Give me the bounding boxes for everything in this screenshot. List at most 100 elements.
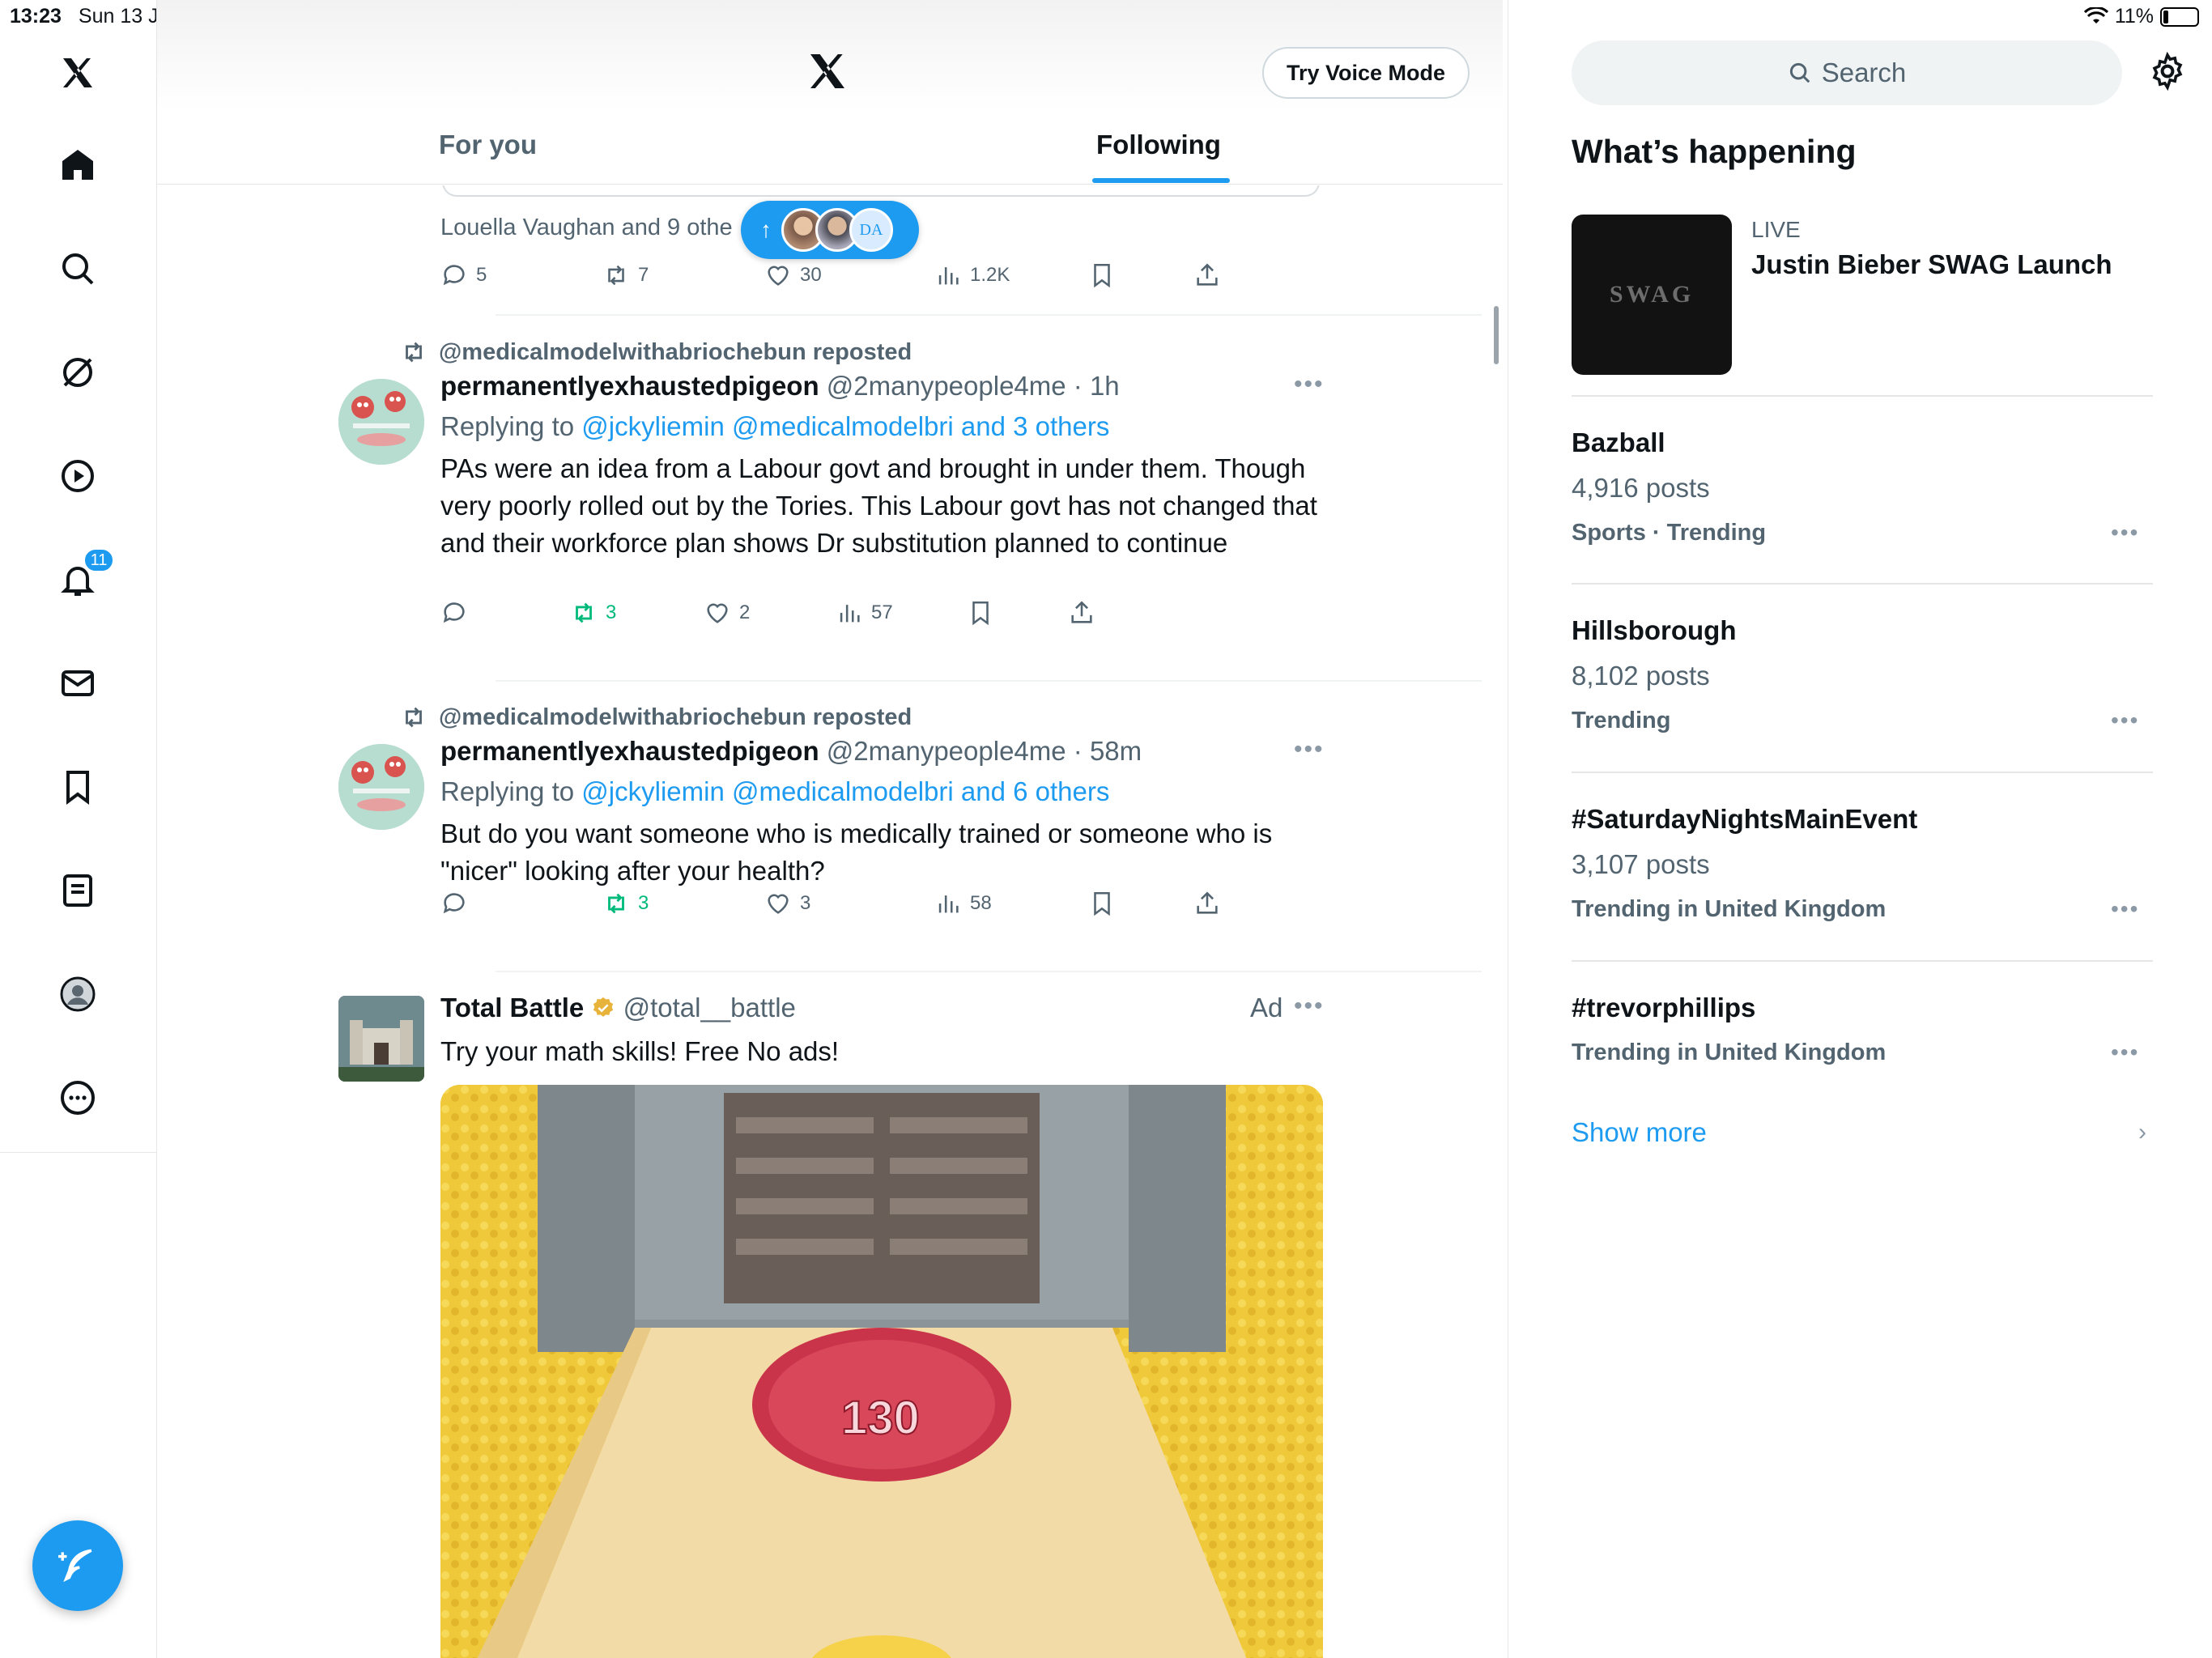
reply-count: 5 [476,264,487,286]
share-button[interactable] [1068,599,1095,627]
more-options-icon[interactable]: ••• [2111,520,2139,546]
share-icon [1197,891,1218,914]
show-more-link[interactable]: Show more [1572,1117,1707,1148]
like-button[interactable]: 2 [704,599,750,627]
views-icon [840,605,860,623]
reply-button[interactable] [440,890,476,917]
messages-icon[interactable] [39,644,117,722]
like-button[interactable]: 30 [764,261,822,289]
verified-gold-icon [593,997,614,1017]
live-title[interactable]: Justin Bieber SWAG Launch [1751,249,2112,280]
views-count: 1.2K [970,264,1010,286]
new-posts-pill[interactable]: ↑ DA [741,201,919,259]
more-options-icon[interactable]: ••• [2111,1039,2139,1065]
avatar[interactable] [338,379,424,465]
reposted-by-text: @medicalmodelwithabriochebun reposted [439,704,912,730]
compose-feather-icon [58,1549,92,1583]
reply-button[interactable] [440,599,476,627]
more-icon[interactable] [39,1059,117,1137]
display-name[interactable]: Total Battle [440,993,584,1022]
left-navigation: 11 [0,0,157,1153]
post-header: Total Battle @total__battle [440,993,796,1023]
heart-icon [768,894,789,914]
gear-icon[interactable] [2148,52,2187,91]
more-options-icon[interactable]: ••• [1294,371,1325,398]
search-icon[interactable] [39,230,117,308]
arrow-up-icon: ↑ [760,217,772,242]
post-text: Try your math skills! Free No ads! [440,1036,840,1066]
trend-context: Sports · Trending [1572,520,1767,546]
share-button[interactable] [1193,261,1221,289]
live-thumbnail[interactable]: SWAG [1572,215,1732,375]
bookmark-button[interactable] [1088,261,1116,289]
like-button[interactable]: 3 [764,890,810,917]
grok-icon[interactable] [39,334,117,411]
avatar[interactable] [338,996,424,1082]
ad-video[interactable]: 130 [440,1085,1323,1658]
views-button[interactable]: 57 [836,599,893,627]
replying-links[interactable]: @jckyliemin @medicalmodelbri and 6 other… [581,776,1109,806]
tab-following[interactable]: Following [1096,130,1221,160]
trend-item[interactable]: #trevorphillips Trending in United Kingd… [1572,993,2155,1073]
x-logo-icon[interactable] [805,49,850,94]
handle-time[interactable]: @2manypeople4me · 58m [827,736,1142,766]
repost-button[interactable]: 3 [602,890,649,917]
handle[interactable]: @total__battle [623,993,796,1022]
castle-gate-game-illustration [440,1085,1323,1658]
trend-item[interactable]: Bazball 4,916 posts Sports · Trending ••… [1572,427,2155,557]
x-logo-icon[interactable] [39,34,117,112]
reply-button[interactable]: 5 [440,261,487,289]
home-icon[interactable] [39,126,117,204]
post-header: permanentlyexhaustedpigeon @2manypeople4… [440,371,1120,402]
feed-scrollbar[interactable] [1494,306,1499,364]
reply-icon [443,602,465,623]
more-options-icon[interactable]: ••• [2111,708,2139,733]
lists-icon[interactable] [39,852,117,929]
replying-links[interactable]: @jckyliemin @medicalmodelbri and 3 other… [581,411,1109,441]
whats-happening-title: What’s happening [1572,133,1857,170]
share-icon [1197,263,1218,286]
handle-time[interactable]: @2manypeople4me · 1h [827,371,1120,401]
try-voice-mode-button[interactable]: Try Voice Mode [1262,47,1470,99]
notifications-icon[interactable]: 11 [39,541,117,619]
repost-icon [576,602,592,623]
views-button[interactable]: 1.2K [934,261,1010,289]
display-name[interactable]: permanentlyexhaustedpigeon [440,371,819,401]
post-header: permanentlyexhaustedpigeon @2manypeople4… [440,736,1142,767]
timeline-feed[interactable]: We'll also be showcasing these outstandi… [157,185,1503,1658]
search-input[interactable]: Search [1572,40,2122,105]
link-card-remnant[interactable]: We'll also be showcasing these outstandi… [442,185,1320,197]
profile-icon[interactable] [39,955,117,1033]
divider [1572,583,2153,585]
more-options-icon[interactable]: ••• [1294,736,1325,763]
post-text: PAs were an idea from a Labour govt and … [440,453,1317,558]
trend-name: #trevorphillips [1572,993,1756,1022]
compose-button[interactable] [32,1520,123,1611]
bookmark-button[interactable] [967,599,994,627]
video-icon[interactable] [39,437,117,515]
reply-icon [443,893,465,914]
bookmark-button[interactable] [1088,890,1116,917]
repost-count: 3 [638,892,649,914]
heart-icon [768,266,789,286]
replying-to: Replying to @jckyliemin @medicalmodelbri… [440,411,1109,442]
bookmarks-icon[interactable] [39,748,117,826]
share-button[interactable] [1193,890,1221,917]
display-name[interactable]: permanentlyexhaustedpigeon [440,736,819,766]
tab-for-you[interactable]: For you [439,130,537,160]
liked-by-text: Louella Vaughan and 9 othe [440,215,733,240]
repost-button[interactable]: 3 [570,599,616,627]
trend-item[interactable]: Hillsborough 8,102 posts Trending ••• [1572,615,2155,745]
trend-item[interactable]: #SaturdayNightsMainEvent 3,107 posts Tre… [1572,804,2155,933]
repost-button[interactable]: 7 [602,261,649,289]
chevron-right-icon[interactable]: › [2138,1119,2146,1146]
trend-name: Bazball [1572,427,1665,457]
views-button[interactable]: 58 [934,890,992,917]
avatar[interactable] [338,744,424,830]
reposted-by: @medicalmodelwithabriochebun reposted [400,704,912,731]
notifications-badge: 11 [83,547,115,573]
more-options-icon[interactable]: ••• [2111,896,2139,922]
trend-context: Trending in United Kingdom [1572,896,1887,922]
more-options-icon[interactable]: ••• [1294,993,1325,1020]
views-count: 57 [871,602,893,623]
